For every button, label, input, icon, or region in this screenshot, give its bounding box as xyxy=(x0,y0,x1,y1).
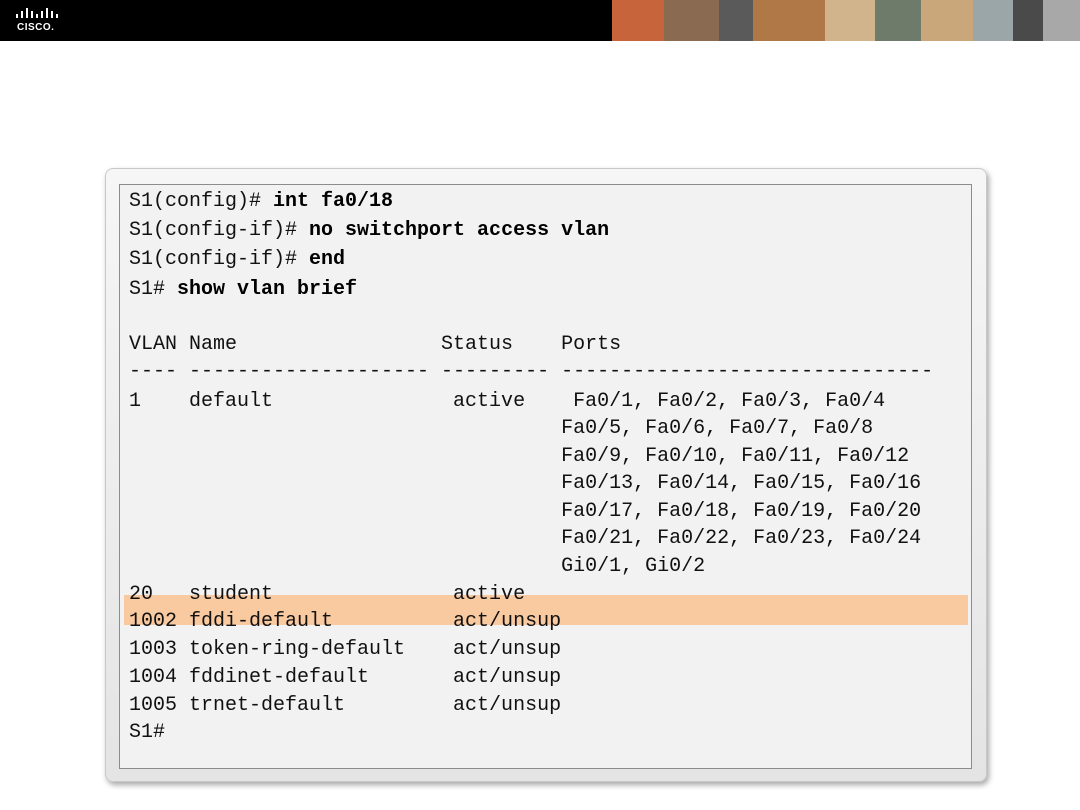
photo-8 xyxy=(973,0,1013,41)
photo-10 xyxy=(1043,0,1080,41)
photo-4 xyxy=(753,0,825,41)
vlan-output-line: Fa0/9, Fa0/10, Fa0/11, Fa0/12 xyxy=(129,445,910,468)
terminal-screen: S1(config)# int fa0/18 S1(config-if)# no… xyxy=(119,184,972,769)
vlan-output-line: 20 student active xyxy=(129,583,526,606)
header-bar: CISCO. xyxy=(0,0,1080,41)
logo-text: CISCO. xyxy=(17,22,55,33)
vlan-output-line: Fa0/17, Fa0/18, Fa0/19, Fa0/20 xyxy=(129,500,922,523)
terminal-frame: S1(config)# int fa0/18 S1(config-if)# no… xyxy=(105,168,987,782)
cli-command: int fa0/18 xyxy=(273,190,394,213)
vlan-output-line: 1005 trnet-default act/unsup xyxy=(129,694,562,717)
vlan-output-line: Fa0/5, Fa0/6, Fa0/7, Fa0/8 xyxy=(129,417,874,440)
command-line: S1(config-if)# end xyxy=(129,248,345,272)
vlan-output-line: 1 default active Fa0/1, Fa0/2, Fa0/3, Fa… xyxy=(129,390,886,413)
cisco-logo: CISCO. xyxy=(14,7,64,35)
vlan-output-line: 1002 fddi-default act/unsup xyxy=(129,610,562,633)
vlan-output-line: Fa0/13, Fa0/14, Fa0/15, Fa0/16 xyxy=(129,472,922,495)
photo-5 xyxy=(825,0,875,41)
photo-strip xyxy=(612,0,1080,41)
cli-command: no switchport access vlan xyxy=(309,219,610,242)
cisco-bridge-bars-icon xyxy=(16,8,58,18)
command-line: S1(config-if)# no switchport access vlan xyxy=(129,219,609,243)
command-line: S1(config)# int fa0/18 xyxy=(129,190,393,214)
cli-prompt: S1(config-if)# xyxy=(129,248,310,271)
final-prompt[interactable]: S1# xyxy=(129,721,165,745)
photo-7 xyxy=(921,0,973,41)
command-line: S1# show vlan brief xyxy=(129,278,357,302)
vlan-output-line: Gi0/1, Gi0/2 xyxy=(129,555,706,578)
cli-prompt: S1# xyxy=(129,278,178,301)
photo-9 xyxy=(1013,0,1043,41)
vlan-output-line: Fa0/21, Fa0/22, Fa0/23, Fa0/24 xyxy=(129,527,922,550)
cli-prompt: S1(config-if)# xyxy=(129,219,310,242)
cli-command: show vlan brief xyxy=(177,278,358,301)
photo-6 xyxy=(875,0,921,41)
photo-2 xyxy=(664,0,719,41)
photo-3 xyxy=(719,0,753,41)
photo-1 xyxy=(612,0,664,41)
vlan-table-header: VLAN Name Status Ports xyxy=(129,333,622,356)
vlan-output-line: 1004 fddinet-default act/unsup xyxy=(129,666,562,689)
vlan-output-line: 1003 token-ring-default act/unsup xyxy=(129,638,562,661)
cli-command: end xyxy=(309,248,346,271)
cli-prompt: S1(config)# xyxy=(129,190,274,213)
vlan-table-separator: ---- -------------------- --------- ----… xyxy=(129,360,934,383)
